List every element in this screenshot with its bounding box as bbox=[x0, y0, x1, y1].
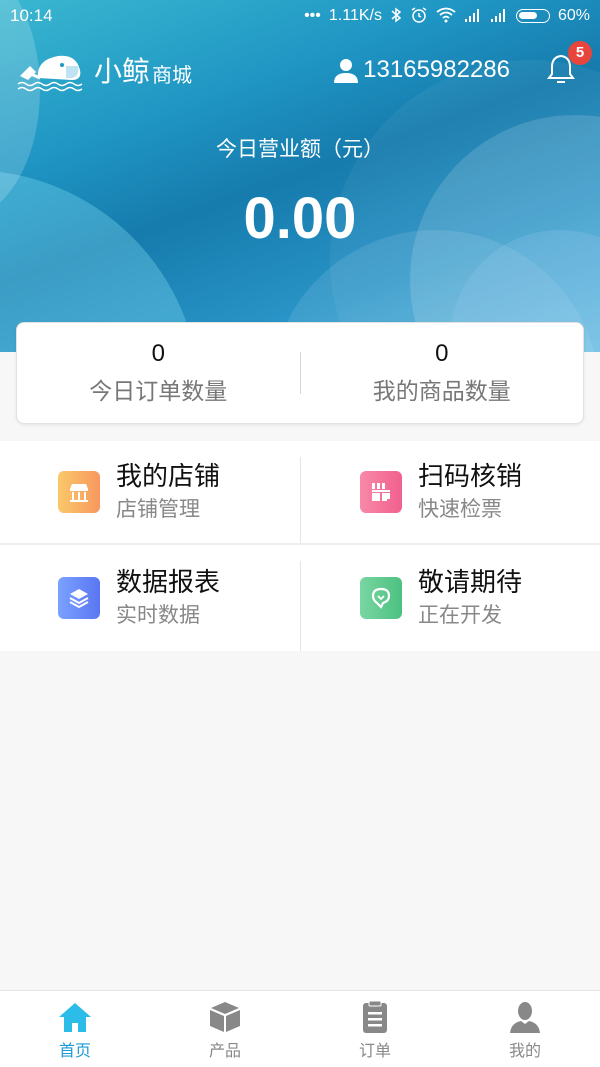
notification-button[interactable]: 5 bbox=[546, 41, 592, 87]
alarm-icon bbox=[410, 6, 428, 27]
user-phone: 13165982286 bbox=[363, 56, 510, 83]
stat-value: 0 bbox=[435, 340, 449, 367]
tab-label: 订单 bbox=[358, 1041, 391, 1060]
tab-products[interactable]: 产品 bbox=[150, 991, 300, 1067]
status-bar: 10:14 ••• 1.11K/s 60% bbox=[0, 0, 600, 32]
clipboard-icon bbox=[363, 1000, 387, 1033]
feature-scan-verify[interactable]: 扫码核销 快速检票 bbox=[300, 441, 600, 545]
status-time: 10:14 bbox=[10, 6, 53, 25]
bluetooth-icon bbox=[390, 7, 402, 26]
stats-card: 0 今日订单数量 0 我的商品数量 bbox=[16, 322, 584, 424]
feature-title: 我的店铺 bbox=[116, 462, 221, 492]
battery-percent: 60% bbox=[557, 7, 590, 24]
logo-text-main: 小鲸 bbox=[94, 55, 151, 88]
home-icon bbox=[59, 1003, 91, 1032]
stat-my-products[interactable]: 0 我的商品数量 bbox=[301, 340, 584, 406]
notification-badge: 5 bbox=[568, 41, 592, 65]
battery-icon bbox=[515, 9, 550, 23]
app-logo: 小鲸 商城 bbox=[16, 48, 192, 92]
feature-subtitle: 正在开发 bbox=[418, 603, 502, 627]
top-bar: 小鲸 商城 13165982286 5 bbox=[0, 40, 600, 100]
stat-label: 我的商品数量 bbox=[372, 379, 511, 405]
stat-label: 今日订单数量 bbox=[89, 379, 228, 405]
network-speed: 1.11K/s bbox=[328, 7, 382, 24]
feature-data-report[interactable]: 数据报表 实时数据 bbox=[0, 545, 300, 651]
user-icon bbox=[334, 59, 359, 83]
feature-my-store[interactable]: 我的店铺 店铺管理 bbox=[0, 441, 300, 545]
revenue-label: 今日营业额（元） bbox=[216, 137, 384, 161]
feature-subtitle: 快速检票 bbox=[418, 497, 502, 521]
person-icon bbox=[510, 1002, 540, 1033]
store-icon bbox=[58, 471, 100, 513]
feature-grid: 我的店铺 店铺管理 扫码核销 快速检票 数据报表 实时数据 敬请期待 正在开发 bbox=[0, 441, 600, 651]
tab-orders[interactable]: 订单 bbox=[300, 991, 450, 1067]
feature-title: 敬请期待 bbox=[418, 568, 523, 598]
box-icon bbox=[210, 1002, 240, 1032]
tab-home[interactable]: 首页 bbox=[0, 991, 150, 1067]
tab-label: 首页 bbox=[58, 1041, 91, 1060]
feature-coming-soon[interactable]: 敬请期待 正在开发 bbox=[300, 545, 600, 651]
revenue-value: 0.00 bbox=[243, 186, 357, 251]
bottom-tab-bar: 首页 产品 订单 我的 bbox=[0, 990, 600, 1067]
feature-subtitle: 实时数据 bbox=[116, 603, 200, 627]
signal-icon bbox=[490, 8, 508, 25]
signal-icon bbox=[464, 8, 482, 25]
scan-icon bbox=[360, 471, 402, 513]
whale-logo-icon bbox=[17, 55, 83, 92]
feature-title: 扫码核销 bbox=[418, 462, 523, 492]
more-dots: ••• bbox=[304, 7, 321, 24]
tab-label: 产品 bbox=[208, 1041, 241, 1060]
feature-subtitle: 店铺管理 bbox=[116, 497, 200, 521]
tab-mine[interactable]: 我的 bbox=[450, 991, 600, 1067]
logo-text-sub: 商城 bbox=[152, 62, 193, 87]
stat-today-orders[interactable]: 0 今日订单数量 bbox=[17, 340, 300, 406]
tab-label: 我的 bbox=[508, 1041, 541, 1060]
layers-icon bbox=[58, 577, 100, 619]
stat-value: 0 bbox=[151, 340, 165, 367]
wifi-icon bbox=[436, 7, 456, 26]
user-account[interactable]: 13165982286 bbox=[333, 56, 510, 84]
location-icon bbox=[360, 577, 402, 619]
feature-title: 数据报表 bbox=[116, 568, 221, 598]
